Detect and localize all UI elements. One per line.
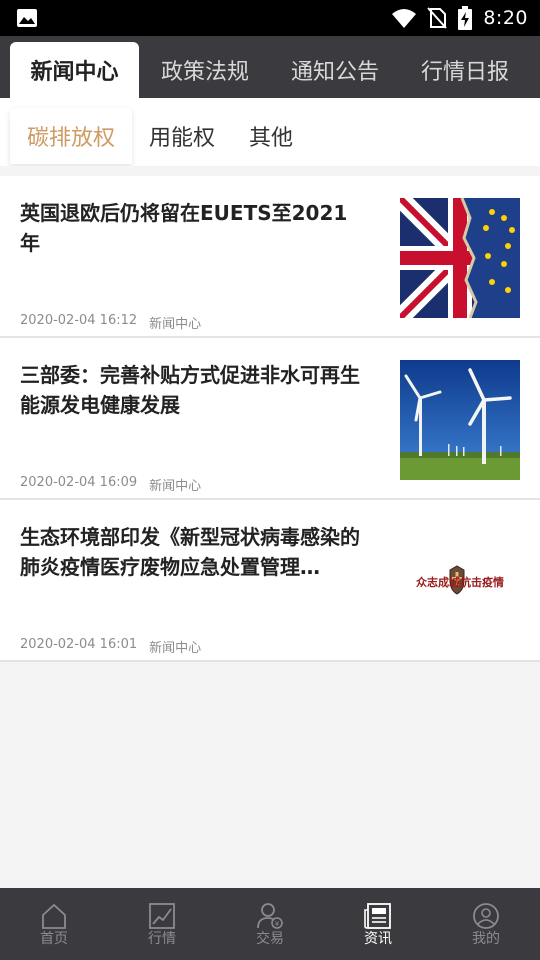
subtab-label: 碳排放权 (26, 126, 115, 151)
wifi-icon (392, 9, 417, 28)
tab-daily-market[interactable]: 行情日报 (400, 42, 530, 98)
news-meta: 2020-02-04 16:12 新闻中心 (20, 313, 201, 332)
list-item[interactable]: 三部委：完善补贴方式促进非水可再生能源发电健康发展 2020-02-04 16:… (0, 338, 540, 500)
news-date: 2020-02-04 16:01 (20, 637, 138, 652)
list-item[interactable]: 英国退欧后仍将留在EUETS至2021年 2020-02-04 16:12 新闻… (0, 176, 540, 338)
chart-icon (149, 903, 175, 929)
news-icon (364, 903, 391, 929)
wind-turbines-image (400, 360, 520, 480)
tab-label: 行情日报 (420, 60, 509, 85)
tab-news-center[interactable]: 新闻中心 (10, 42, 139, 98)
nav-label: 首页 (40, 931, 68, 947)
news-title: 英国退欧后仍将留在EUETS至2021年 (20, 201, 348, 255)
anti-epidemic-banner-image: 众志成城抗击疫情 (400, 522, 520, 642)
news-source: 新闻中心 (149, 641, 202, 656)
trade-icon: ¥ (257, 903, 283, 929)
news-title: 生态环境部印发《新型冠状病毒感染的肺炎疫情医疗废物应急处置管理… (20, 525, 360, 579)
nav-label: 行情 (148, 931, 176, 947)
sub-tab-bar: 碳排放权 用能权 其他 (0, 98, 540, 166)
news-list: 英国退欧后仍将留在EUETS至2021年 2020-02-04 16:12 新闻… (0, 176, 540, 662)
top-tab-bar: 新闻中心 政策法规 通知公告 行情日报 (0, 36, 540, 98)
news-meta: 2020-02-04 16:09 新闻中心 (20, 475, 201, 494)
nav-trade[interactable]: ¥ 交易 (216, 888, 324, 960)
profile-icon (473, 903, 499, 929)
battery-charging-icon (458, 6, 473, 30)
nav-label: 交易 (256, 931, 284, 947)
news-title: 三部委：完善补贴方式促进非水可再生能源发电健康发展 (20, 363, 360, 417)
nav-label: 资讯 (364, 931, 392, 947)
status-time: 8:20 (483, 7, 528, 29)
subtab-label: 其他 (248, 126, 293, 151)
bottom-nav: 首页 行情 ¥ 交易 资讯 我的 (0, 888, 540, 960)
tab-policy[interactable]: 政策法规 (140, 42, 270, 98)
news-meta: 2020-02-04 16:01 新闻中心 (20, 637, 201, 656)
nav-news[interactable]: 资讯 (324, 888, 432, 960)
subtab-label: 用能权 (148, 126, 215, 151)
svg-text:¥: ¥ (275, 920, 280, 928)
subtab-carbon-emission[interactable]: 碳排放权 (10, 108, 132, 164)
news-source: 新闻中心 (149, 317, 202, 332)
tab-notices[interactable]: 通知公告 (270, 42, 400, 98)
no-sim-icon (427, 7, 448, 29)
subtab-energy-rights[interactable]: 用能权 (140, 108, 224, 164)
tab-label: 通知公告 (290, 60, 379, 85)
nav-label: 我的 (472, 931, 500, 947)
tab-label: 政策法规 (160, 60, 249, 85)
status-bar: 8:20 (0, 0, 540, 36)
news-source: 新闻中心 (149, 479, 202, 494)
tab-label: 新闻中心 (30, 60, 119, 85)
home-icon (42, 903, 66, 929)
news-date: 2020-02-04 16:09 (20, 475, 138, 490)
image-icon (17, 9, 37, 27)
nav-profile[interactable]: 我的 (432, 888, 540, 960)
nav-market[interactable]: 行情 (108, 888, 216, 960)
svg-text:众志成城抗击疫情: 众志成城抗击疫情 (416, 575, 504, 589)
news-date: 2020-02-04 16:12 (20, 313, 138, 328)
nav-home[interactable]: 首页 (0, 888, 108, 960)
list-item[interactable]: 生态环境部印发《新型冠状病毒感染的肺炎疫情医疗废物应急处置管理… 2020-02… (0, 500, 540, 662)
uk-eu-flag-image (400, 198, 520, 318)
subtab-other[interactable]: 其他 (236, 108, 306, 164)
divider (0, 166, 540, 176)
